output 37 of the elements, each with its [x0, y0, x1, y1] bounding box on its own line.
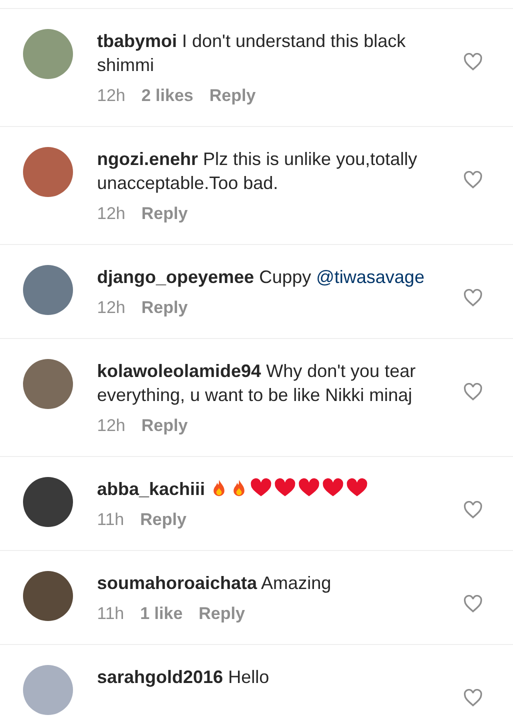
avatar-photo-placeholder[interactable]: [23, 477, 73, 527]
comment-text: ngozi.enehr Plz this is unlike you,totally unacceptable.Too bad.: [97, 148, 418, 195]
heart-emoji-icon: [298, 478, 320, 498]
comment-text: django_opeyemee Cuppy @tiwasavage: [97, 266, 426, 289]
heart-icon[interactable]: [463, 689, 483, 707]
heart-emoji-icon: [346, 478, 368, 498]
comment-text: tbabymoi I don't understand this black shimmi: [97, 30, 407, 77]
reply-link[interactable]: Reply: [198, 602, 245, 626]
reply-link[interactable]: Reply: [141, 296, 188, 320]
avatar-photo-placeholder[interactable]: [23, 359, 73, 409]
reply-link[interactable]: Reply: [209, 84, 256, 108]
heart-icon[interactable]: [463, 53, 483, 71]
comment-time: 11h: [97, 603, 124, 625]
heart-icon[interactable]: [463, 595, 483, 613]
comment-text: abba_kachiii: [97, 477, 447, 501]
reply-link[interactable]: Reply: [141, 414, 188, 438]
heart-icon[interactable]: [463, 383, 483, 401]
reply-link[interactable]: Reply: [141, 202, 188, 226]
comment-time: 11h: [97, 509, 124, 531]
avatar-photo-placeholder[interactable]: [23, 571, 73, 621]
heart-emoji-icon: [322, 478, 344, 498]
heart-icon[interactable]: [463, 289, 483, 307]
heart-emoji-icon: [274, 478, 296, 498]
heart-icon[interactable]: [463, 501, 483, 519]
heart-icon[interactable]: [463, 171, 483, 189]
likes-count[interactable]: 1 like: [140, 602, 183, 626]
comment-text: kolawoleolamide94 Why don't you tear everything, u want to be like Nikki minaj: [97, 360, 417, 407]
mention-link[interactable]: @tiwasavage: [316, 267, 424, 287]
comment-time: 12h: [97, 203, 126, 225]
comment-time: 12h: [97, 297, 126, 319]
comment-text: sarahgold2016 Hello: [97, 666, 270, 689]
reply-link[interactable]: Reply: [140, 508, 186, 532]
likes-count[interactable]: 2 likes: [141, 84, 194, 108]
comment-text: soumahoroaichata Amazing: [97, 572, 332, 595]
heart-emoji-icon: [250, 478, 272, 498]
comment-time: 12h: [97, 85, 126, 107]
comment-time: 12h: [97, 415, 126, 437]
